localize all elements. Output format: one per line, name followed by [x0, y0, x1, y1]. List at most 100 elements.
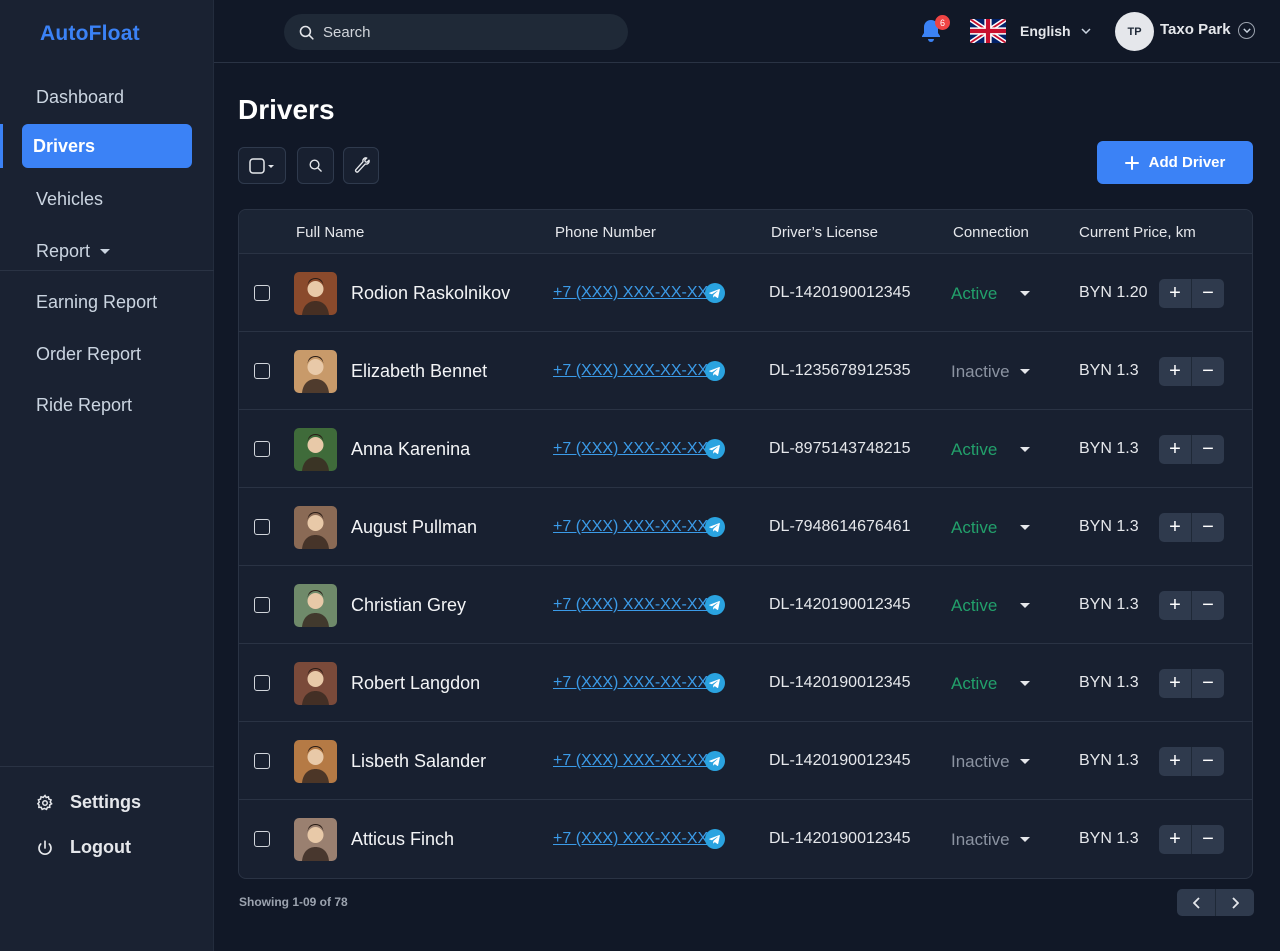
- row-checkbox[interactable]: [254, 441, 270, 457]
- chevron-down-icon[interactable]: [1020, 681, 1030, 686]
- driver-photo: [294, 818, 337, 861]
- avatar[interactable]: TP: [1115, 12, 1154, 51]
- connection-status[interactable]: Active: [951, 674, 997, 694]
- driver-name[interactable]: Lisbeth Salander: [351, 751, 486, 772]
- driver-name[interactable]: Atticus Finch: [351, 829, 454, 850]
- sidebar-item-drivers[interactable]: Drivers: [22, 124, 192, 168]
- decrease-price-button[interactable]: −: [1192, 591, 1224, 620]
- increase-price-button[interactable]: +: [1159, 279, 1192, 308]
- add-driver-button[interactable]: Add Driver: [1097, 141, 1253, 184]
- increase-price-button[interactable]: +: [1159, 435, 1192, 464]
- connection-status[interactable]: Inactive: [951, 830, 1010, 850]
- decrease-price-button[interactable]: −: [1192, 669, 1224, 698]
- chevron-down-icon[interactable]: [1020, 603, 1030, 608]
- driver-name[interactable]: Elizabeth Bennet: [351, 361, 487, 382]
- telegram-icon[interactable]: [705, 595, 725, 615]
- settings-tool-button[interactable]: [343, 147, 379, 184]
- phone-link[interactable]: +7 (XXX) XXX-XX-XX: [553, 752, 708, 770]
- row-checkbox[interactable]: [254, 675, 270, 691]
- phone-link[interactable]: +7 (XXX) XXX-XX-XX: [553, 284, 708, 302]
- decrease-price-button[interactable]: −: [1192, 279, 1224, 308]
- user-menu-button[interactable]: [1238, 22, 1255, 39]
- decrease-price-button[interactable]: −: [1192, 513, 1224, 542]
- increase-price-button[interactable]: +: [1159, 357, 1192, 386]
- increase-price-button[interactable]: +: [1159, 591, 1192, 620]
- app-logo: AutoFloat: [40, 22, 140, 45]
- driver-name[interactable]: Rodion Raskolnikov: [351, 283, 510, 304]
- chevron-down-icon[interactable]: [1020, 525, 1030, 530]
- uk-flag-icon[interactable]: [970, 19, 1006, 43]
- logout-button[interactable]: Logout: [36, 837, 131, 858]
- row-checkbox[interactable]: [254, 831, 270, 847]
- connection-status[interactable]: Active: [951, 596, 997, 616]
- price-stepper: + −: [1159, 591, 1224, 620]
- select-all-dropdown[interactable]: [238, 147, 286, 184]
- telegram-icon[interactable]: [705, 283, 725, 303]
- settings-button[interactable]: Settings: [36, 792, 141, 813]
- connection-status[interactable]: Active: [951, 518, 997, 538]
- increase-price-button[interactable]: +: [1159, 825, 1192, 854]
- telegram-icon[interactable]: [705, 361, 725, 381]
- next-page-button[interactable]: [1216, 889, 1254, 916]
- phone-link[interactable]: +7 (XXX) XXX-XX-XX: [553, 674, 708, 692]
- sidebar-item-label: Earning Report: [36, 291, 158, 312]
- telegram-icon[interactable]: [705, 517, 725, 537]
- phone-link[interactable]: +7 (XXX) XXX-XX-XX: [553, 362, 708, 380]
- connection-status[interactable]: Active: [951, 440, 997, 460]
- prev-page-button[interactable]: [1177, 889, 1216, 916]
- language-selector[interactable]: English: [1020, 23, 1091, 39]
- telegram-icon[interactable]: [705, 673, 725, 693]
- telegram-icon[interactable]: [705, 751, 725, 771]
- search-bar[interactable]: [284, 14, 628, 50]
- search-input[interactable]: [323, 23, 603, 41]
- row-checkbox[interactable]: [254, 363, 270, 379]
- phone-link[interactable]: +7 (XXX) XXX-XX-XX: [553, 518, 708, 536]
- driver-name[interactable]: Christian Grey: [351, 595, 466, 616]
- phone-link[interactable]: +7 (XXX) XXX-XX-XX: [553, 830, 708, 848]
- sidebar-item-earning-report[interactable]: Earning Report: [22, 280, 192, 324]
- telegram-icon[interactable]: [705, 829, 725, 849]
- driver-name[interactable]: Robert Langdon: [351, 673, 480, 694]
- row-checkbox[interactable]: [254, 753, 270, 769]
- increase-price-button[interactable]: +: [1159, 513, 1192, 542]
- connection-status[interactable]: Inactive: [951, 752, 1010, 772]
- column-header-connection[interactable]: Connection: [953, 224, 1029, 241]
- notifications-button[interactable]: 6: [919, 15, 950, 44]
- sidebar-item-vehicles[interactable]: Vehicles: [22, 177, 192, 221]
- decrease-price-button[interactable]: −: [1192, 825, 1224, 854]
- pagination-summary: Showing 1-09 of 78: [239, 895, 348, 909]
- decrease-price-button[interactable]: −: [1192, 435, 1224, 464]
- driver-name[interactable]: Anna Karenina: [351, 439, 470, 460]
- connection-status[interactable]: Active: [951, 284, 997, 304]
- chevron-down-icon[interactable]: [1020, 447, 1030, 452]
- sidebar-item-dashboard[interactable]: Dashboard: [22, 75, 192, 119]
- sidebar-item-ride-report[interactable]: Ride Report: [22, 383, 192, 427]
- column-header-price[interactable]: Current Price, km: [1079, 224, 1196, 241]
- chevron-down-icon[interactable]: [1020, 291, 1030, 296]
- user-name[interactable]: Taxo Park: [1160, 21, 1231, 38]
- phone-link[interactable]: +7 (XXX) XXX-XX-XX: [553, 596, 708, 614]
- row-checkbox[interactable]: [254, 519, 270, 535]
- sidebar-item-order-report[interactable]: Order Report: [22, 332, 192, 376]
- column-header-full-name[interactable]: Full Name: [296, 224, 364, 241]
- column-header-license[interactable]: Driver’s License: [771, 224, 878, 241]
- increase-price-button[interactable]: +: [1159, 747, 1192, 776]
- increase-price-button[interactable]: +: [1159, 669, 1192, 698]
- power-icon: [38, 839, 52, 855]
- row-checkbox[interactable]: [254, 597, 270, 613]
- chevron-left-icon: [1192, 896, 1200, 909]
- decrease-price-button[interactable]: −: [1192, 747, 1224, 776]
- chevron-down-icon[interactable]: [1020, 837, 1030, 842]
- driver-name[interactable]: August Pullman: [351, 517, 477, 538]
- chevron-down-icon[interactable]: [1020, 369, 1030, 374]
- telegram-icon[interactable]: [705, 439, 725, 459]
- sidebar-item-report[interactable]: Report: [22, 229, 192, 273]
- decrease-price-button[interactable]: −: [1192, 357, 1224, 386]
- price-stepper: + −: [1159, 669, 1224, 698]
- connection-status[interactable]: Inactive: [951, 362, 1010, 382]
- chevron-down-icon[interactable]: [1020, 759, 1030, 764]
- column-header-phone[interactable]: Phone Number: [555, 224, 656, 241]
- table-search-button[interactable]: [297, 147, 334, 184]
- phone-link[interactable]: +7 (XXX) XXX-XX-XX: [553, 440, 708, 458]
- row-checkbox[interactable]: [254, 285, 270, 301]
